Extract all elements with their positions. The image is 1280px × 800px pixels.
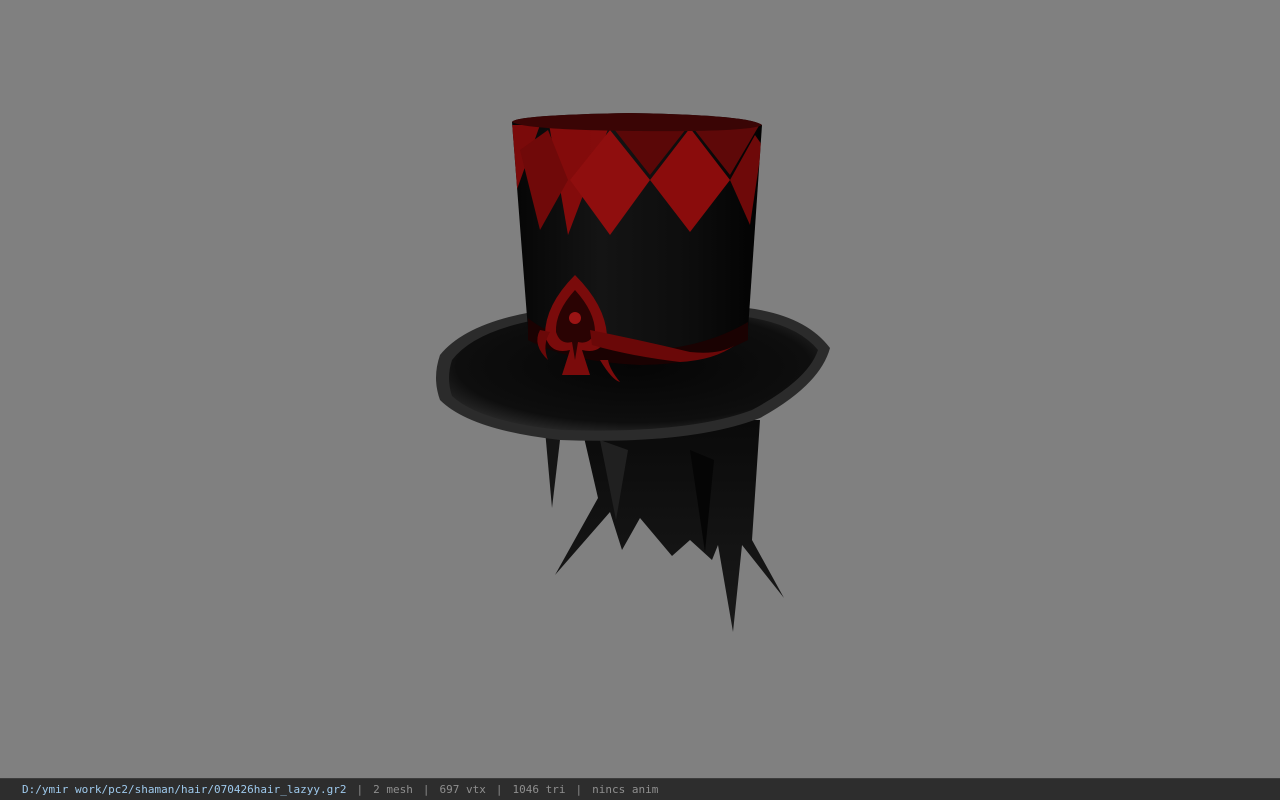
vertex-count: 697 vtx [439,783,486,796]
separator: | [495,783,503,796]
status-bar: D:/ymir work/pc2/shaman/hair/070426hair_… [0,778,1280,800]
hair-strands [545,420,784,632]
file-path: D:/ymir work/pc2/shaman/hair/070426hair_… [22,783,347,796]
separator: | [575,783,583,796]
separator: | [356,783,364,796]
triangle-count: 1046 tri [512,783,566,796]
model-viewport[interactable] [0,0,1280,778]
mesh-count: 2 mesh [373,783,413,796]
model-render [436,113,830,632]
animation-status: nincs anim [592,783,659,796]
separator: | [422,783,430,796]
